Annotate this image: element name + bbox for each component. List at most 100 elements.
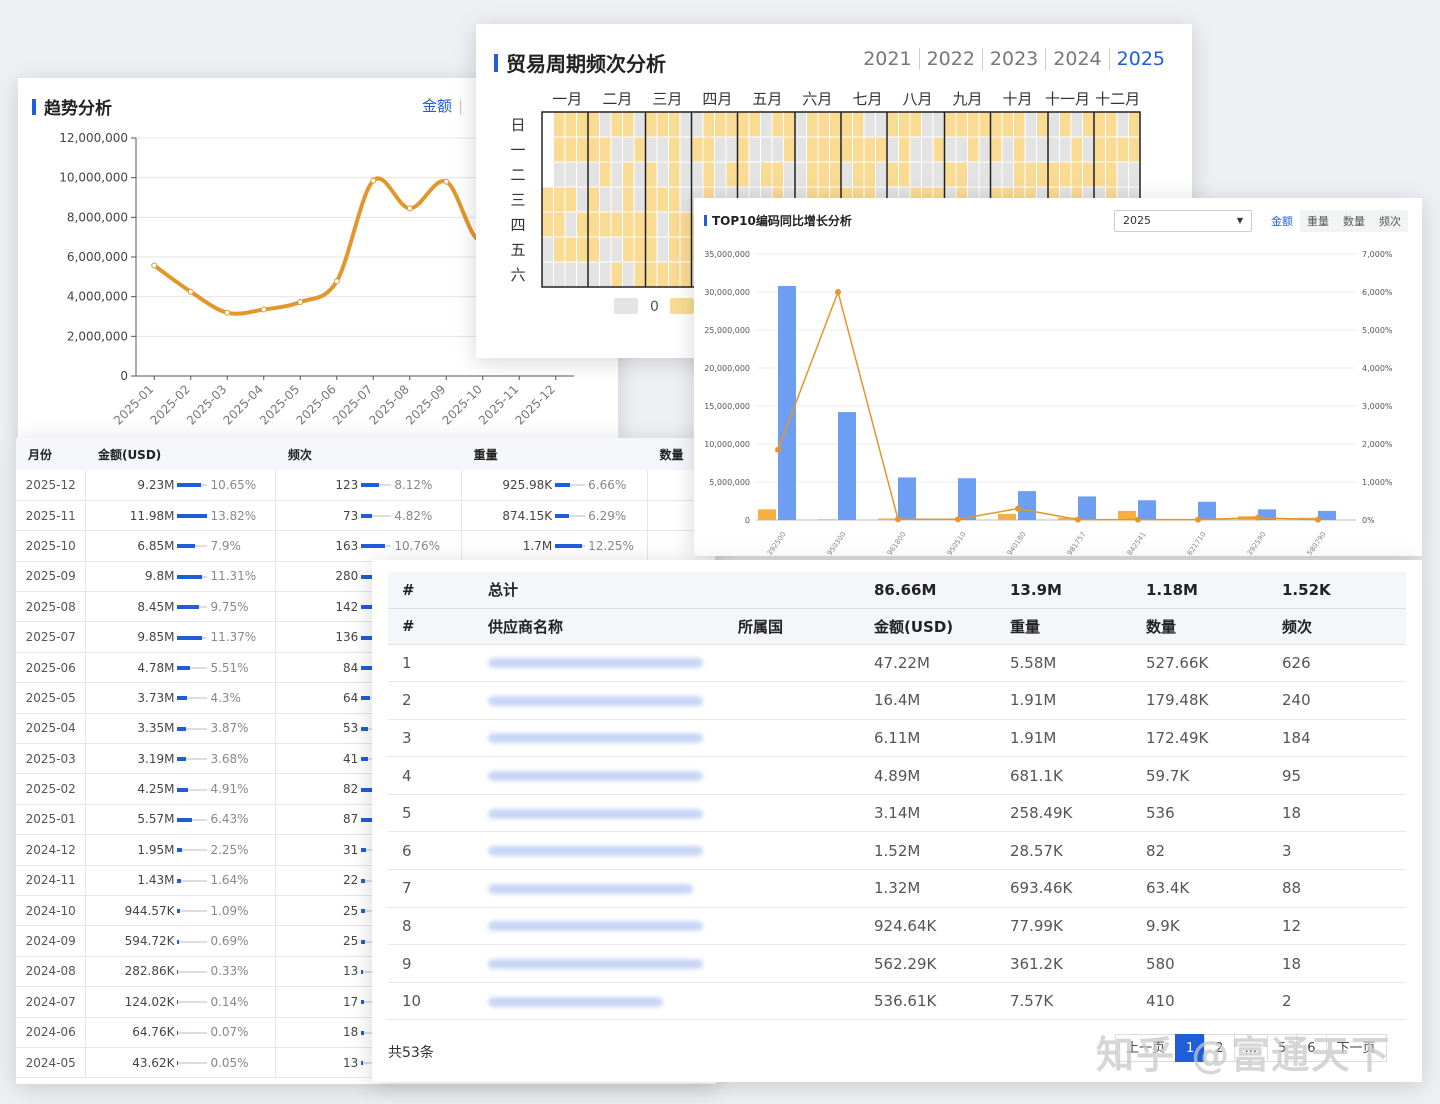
table-row: 2025-12 9.23M 10.65% 123 8.12% 925.98K 6.66% — [16, 470, 716, 501]
metric-value: 594.72K — [124, 934, 175, 949]
redacted-name — [488, 695, 703, 706]
y2-tick-label: 6,000% — [1362, 288, 1393, 297]
tab-metric-2[interactable]: 数量 — [1336, 210, 1372, 232]
share-bar — [555, 483, 586, 488]
col-header: 重量 — [996, 608, 1132, 645]
year-select[interactable]: 2025 ▼ — [1114, 210, 1252, 232]
year-tab-2024[interactable]: 2024 — [1046, 48, 1110, 70]
qty-cell: 172.49K — [1132, 719, 1268, 758]
metric-value: 136 — [335, 630, 359, 645]
month-cell: 2025-03 — [16, 743, 87, 775]
day-cell — [1059, 161, 1072, 188]
day-cell — [1059, 111, 1072, 138]
supplier-name[interactable] — [474, 907, 724, 946]
metric-value: 3.73M — [137, 690, 175, 705]
y2-tick-label: 1,000% — [1362, 478, 1393, 487]
day-cell — [599, 136, 612, 163]
share-bar — [177, 726, 208, 731]
share-percent: 8.12% — [394, 477, 433, 492]
share-bar-fill — [555, 483, 570, 488]
day-cell — [978, 136, 991, 163]
country-cell — [724, 794, 860, 833]
tab-metric-3[interactable]: 频次 — [1372, 210, 1408, 232]
day-cell — [622, 261, 635, 288]
tab-amount[interactable]: 金额 — [422, 95, 463, 116]
day-cell — [829, 136, 842, 163]
tab-metric-0[interactable]: 金额 — [1264, 210, 1300, 232]
supplier-name[interactable] — [474, 756, 724, 795]
month-cell: 2025-06 — [16, 652, 87, 684]
day-cell — [852, 161, 865, 188]
qty-cell: 59.7K — [1132, 756, 1268, 795]
supplier-name[interactable] — [474, 944, 724, 983]
metric-value: 64 — [343, 690, 359, 705]
year-tab-2021[interactable]: 2021 — [856, 48, 920, 70]
day-cell — [978, 161, 991, 188]
share-bar-fill — [177, 574, 203, 579]
redacted-name — [488, 808, 703, 819]
y2-tick-label: 7,000% — [1362, 250, 1393, 259]
table-row: 6 1.52M 28.57K 82 3 — [388, 831, 1406, 871]
day-cell — [783, 161, 796, 188]
metric-value: 1.43M — [137, 873, 175, 888]
y2-tick-label: 5,000% — [1362, 326, 1393, 335]
metric-cell: 9.23M 10.65% — [85, 470, 277, 501]
day-cell — [955, 161, 968, 188]
day-cell — [886, 161, 899, 188]
weight-cell: 681.1K — [996, 756, 1132, 795]
supplier-name[interactable] — [474, 982, 724, 1021]
metric-value: 8.45M — [137, 599, 175, 614]
day-cell — [1001, 136, 1014, 163]
day-cell — [978, 111, 991, 138]
month-label: 十一月 — [1045, 90, 1090, 108]
totals-row: # 总计 86.66M 13.9M 1.18M 1.52K — [388, 572, 1406, 609]
metric-value: 163 — [335, 538, 359, 553]
growth-point — [1255, 514, 1261, 521]
year-tab-2022[interactable]: 2022 — [919, 48, 983, 70]
day-cell — [1013, 161, 1026, 188]
y-tick-label: 10,000,000 — [59, 171, 128, 185]
share-bar-fill — [361, 757, 368, 762]
redacted-name — [488, 846, 703, 857]
year-tab-2025[interactable]: 2025 — [1110, 48, 1172, 70]
year-tab-2023[interactable]: 2023 — [982, 48, 1047, 70]
tab-metric-1[interactable]: 重量 — [1300, 210, 1336, 232]
supplier-name[interactable] — [474, 794, 724, 833]
supplier-name[interactable] — [474, 719, 724, 758]
row-number: 5 — [388, 794, 474, 833]
amount-cell: 3.14M — [860, 794, 996, 833]
share-bar-fill — [177, 878, 182, 883]
supplier-name[interactable] — [474, 681, 724, 720]
share-percent: 5.51% — [210, 660, 249, 675]
day-cell — [932, 161, 945, 188]
share-bar — [177, 696, 208, 701]
day-cell — [1128, 161, 1141, 188]
freq-cell: 2 — [1268, 982, 1406, 1021]
metric-value: 9.85M — [137, 630, 175, 645]
weight-cell: 258.49K — [996, 794, 1132, 833]
bar-current — [1198, 501, 1216, 520]
supplier-name[interactable] — [474, 831, 724, 871]
metric-value: 4.78M — [137, 660, 175, 675]
table-row: 2025-10 6.85M 7.9% 163 10.76% 1.7M 12.25% — [16, 530, 716, 562]
month-cell: 2024-10 — [16, 895, 87, 927]
share-bar-fill — [177, 726, 186, 731]
supplier-name[interactable] — [474, 869, 724, 908]
day-cell — [863, 111, 876, 138]
day-cell — [656, 136, 669, 163]
metric-value: 13 — [343, 964, 359, 979]
row-number: 2 — [388, 681, 474, 720]
day-cell — [863, 161, 876, 188]
day-cell — [564, 161, 577, 188]
x-tick-label: 961800 — [886, 531, 908, 556]
month-label: 三月 — [652, 90, 682, 108]
share-percent: 0.07% — [210, 1025, 249, 1040]
freq-cell: 18 — [1268, 794, 1406, 833]
supplier-name[interactable] — [474, 644, 724, 683]
row-number: 1 — [388, 644, 474, 683]
month-cell: 2025-07 — [16, 621, 87, 653]
share-bar-fill — [177, 514, 208, 519]
day-cell — [668, 211, 681, 238]
amount-cell: 924.64K — [860, 907, 996, 946]
day-cell — [668, 136, 681, 163]
